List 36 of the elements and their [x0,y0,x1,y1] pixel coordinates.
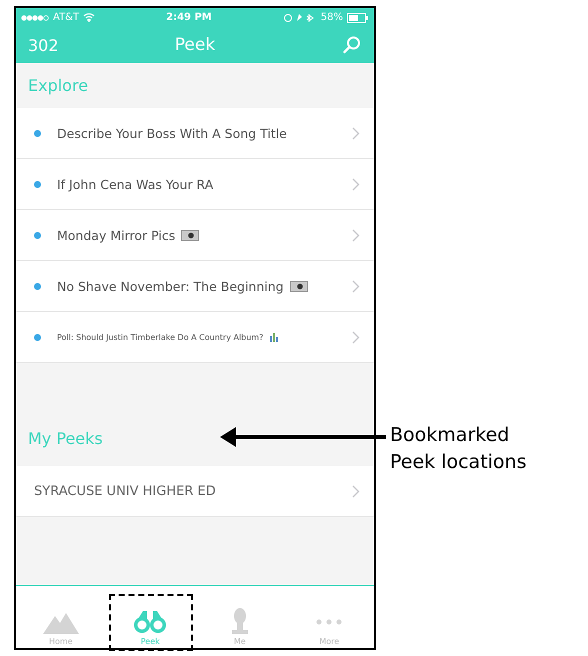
chevron-icon [352,280,360,292]
item-title: Monday Mirror Pics [57,228,176,242]
chevron-icon [352,178,360,190]
chevron-icon [352,330,360,344]
bar-chart-icon [269,332,280,342]
list-item[interactable]: Describe Your Boss With A Song Title [16,108,374,159]
binoculars-icon [133,610,168,634]
item-title: Poll: Should Justin Timberlake Do A Country Album? [57,332,264,342]
camera-icon [181,229,200,241]
battery-icon [347,12,369,22]
section-title: My Peeks [28,429,103,448]
chevron-icon [352,484,360,498]
wifi-icon [83,13,96,22]
chevron-icon [352,228,360,242]
annotation-text: Bookmarked Peek locations [390,423,526,475]
section-title: Explore [28,76,88,95]
status-time: 2:49 PM [166,12,212,23]
chevron-icon [352,126,360,140]
peek-count: 302 [28,36,59,54]
person-icon [230,608,250,634]
item-title: Describe Your Boss With A Song Title [57,126,287,140]
camera-icon [290,280,308,292]
battery-percent: 58% [320,12,343,23]
list-item[interactable]: Poll: Should Justin Timberlake Do A Country Album? [16,312,374,363]
list-item[interactable]: Monday Mirror Pics [16,210,374,261]
list-item[interactable]: No Shave November: The Beginning [16,261,374,312]
item-title: SYRACUSE UNIV HIGHER ED [34,484,216,498]
more-icon [316,619,342,625]
nav-title: Peek [174,35,216,55]
search-icon[interactable] [342,35,362,55]
list-item[interactable]: If John Cena Was Your RA [16,159,374,210]
item-title: If John Cena Was Your RA [57,176,214,192]
list-item[interactable]: SYRACUSE UNIV HIGHER ED [16,466,374,517]
item-title: No Shave November: The Beginning [57,278,284,294]
signal-icon [21,14,49,20]
carrier-name: AT&T [53,12,80,23]
